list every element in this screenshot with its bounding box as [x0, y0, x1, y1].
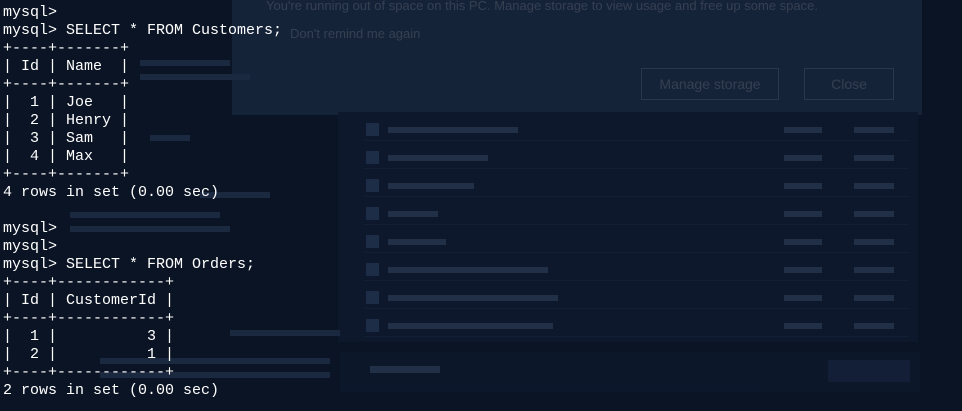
terminal-output: mysql> mysql> SELECT * FROM Customers; +--…	[3, 4, 282, 400]
terminal-line: mysql>	[3, 4, 58, 21]
app-row	[364, 316, 909, 337]
terminal-line: | 4 | Max |	[3, 148, 130, 165]
terminal-line: | Id | CustomerId |	[3, 292, 175, 309]
terminal-line: mysql> SELECT * FROM Orders;	[3, 256, 256, 273]
terminal-window[interactable]: You're running out of space on this PC. …	[0, 0, 962, 411]
footer-button	[828, 360, 910, 382]
terminal-line: | 2 | Henry |	[3, 112, 130, 129]
terminal-line: | Id | Name |	[3, 58, 130, 75]
app-row	[364, 232, 909, 253]
apps-panel	[338, 112, 918, 342]
terminal-line: +----+-------+	[3, 40, 130, 57]
terminal-line: | 1 | Joe |	[3, 94, 130, 111]
app-row	[364, 120, 909, 141]
terminal-line: 2 rows in set (0.00 sec)	[3, 382, 220, 399]
terminal-line: +----+------------+	[3, 274, 175, 291]
dialog-backdrop	[232, 0, 922, 115]
close-button: Close	[804, 68, 894, 100]
app-row	[364, 176, 909, 197]
terminal-line: +----+-------+	[3, 166, 130, 183]
terminal-line: | 3 | Sam |	[3, 130, 130, 147]
dialog-footer	[340, 352, 920, 392]
terminal-line: | 2 | 1 |	[3, 346, 175, 363]
terminal-line: +----+------------+	[3, 364, 175, 381]
terminal-line: mysql>	[3, 238, 58, 255]
terminal-line: 4 rows in set (0.00 sec)	[3, 184, 220, 201]
app-row	[364, 260, 909, 281]
dialog-remind-text: Don't remind me again	[290, 26, 421, 41]
terminal-line: +----+-------+	[3, 76, 130, 93]
app-row	[364, 148, 909, 169]
app-row	[364, 204, 909, 225]
fewer-details-link	[370, 366, 440, 373]
dialog-message: You're running out of space on this PC. …	[266, 0, 818, 13]
manage-storage-button: Manage storage	[641, 68, 779, 100]
terminal-line: | 1 | 3 |	[3, 328, 175, 345]
terminal-line: mysql> SELECT * FROM Customers;	[3, 22, 283, 39]
app-row	[364, 288, 909, 309]
terminal-line: +----+------------+	[3, 310, 175, 327]
terminal-line: mysql>	[3, 220, 58, 237]
